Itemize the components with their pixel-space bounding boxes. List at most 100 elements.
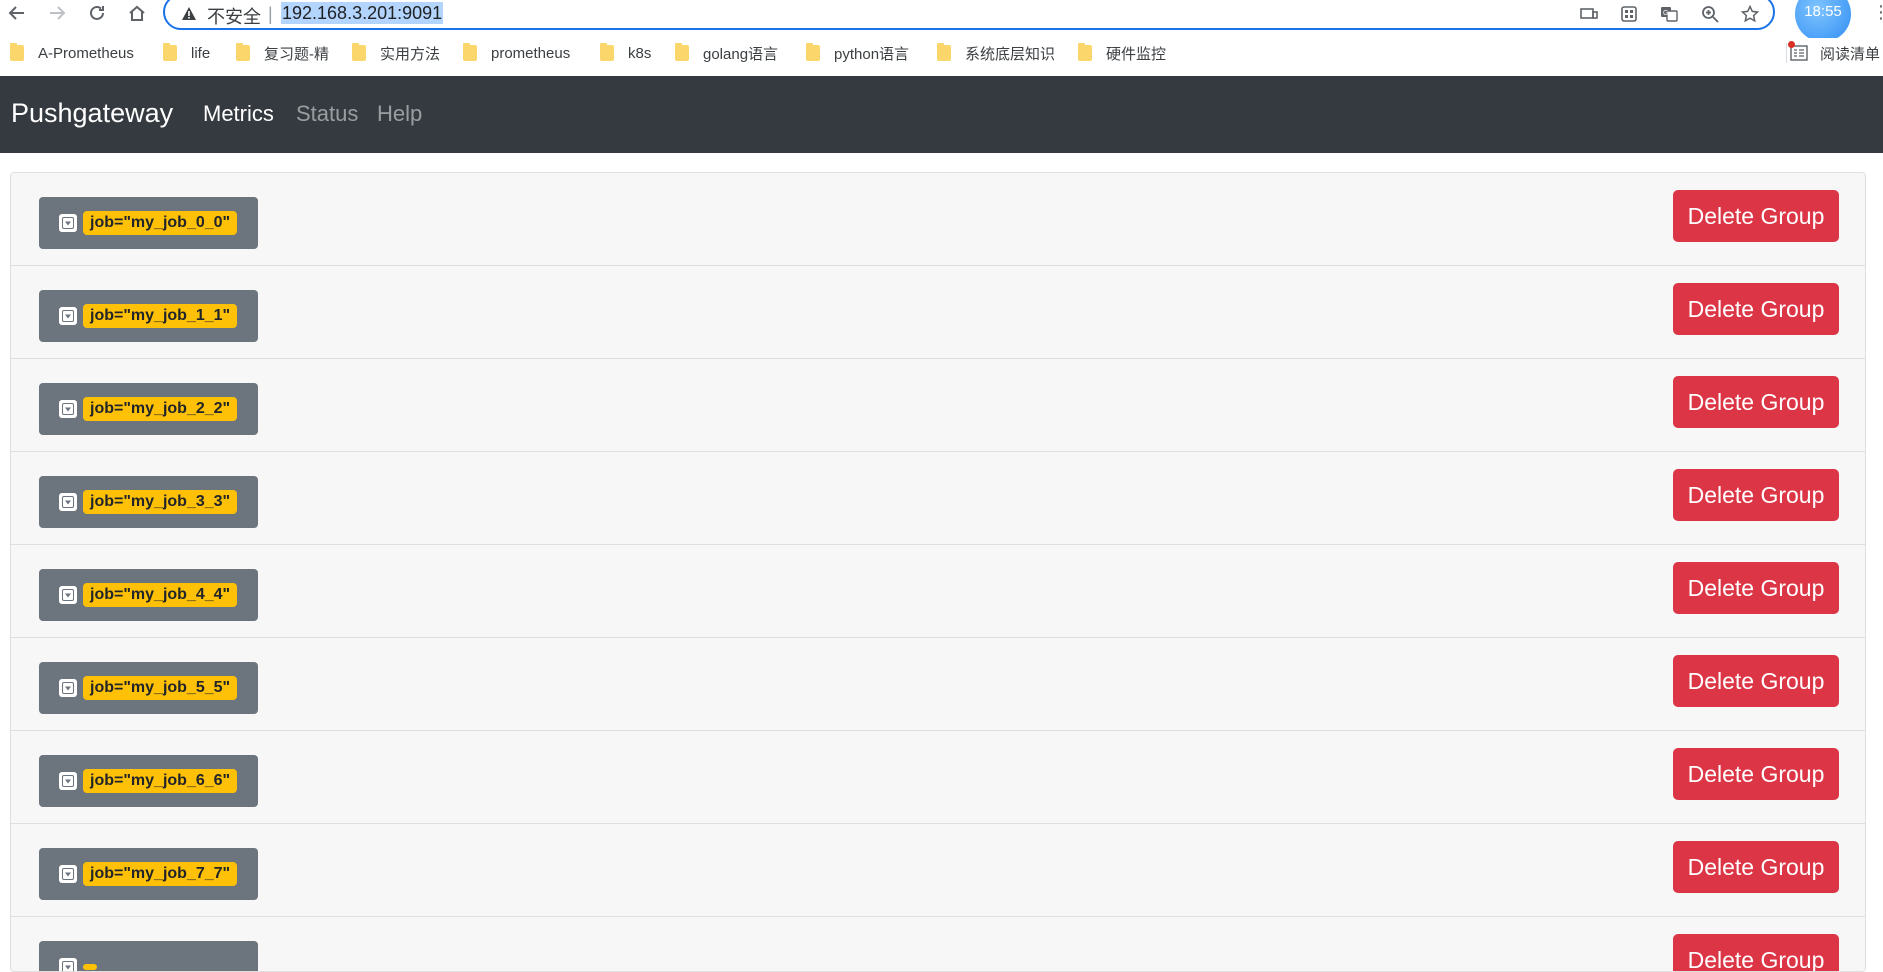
svg-text:G: G: [1663, 10, 1668, 17]
address-bar[interactable]: 不安全 | 192.168.3.201:9091 G: [163, 0, 1775, 30]
insecure-label[interactable]: 不安全: [207, 3, 261, 29]
clock-text: 18:55: [1804, 3, 1842, 20]
bookmarks-divider: [1786, 43, 1787, 63]
home-icon[interactable]: [122, 0, 152, 26]
collapse-toggle-icon[interactable]: [59, 958, 77, 972]
collapse-toggle-icon[interactable]: [59, 865, 77, 883]
group-row: job="my_job_7_7" Delete Group: [11, 824, 1866, 917]
group-toggle[interactable]: [39, 941, 258, 972]
delete-group-button[interactable]: Delete Group: [1673, 190, 1839, 242]
folder-icon: [806, 45, 820, 61]
collapse-toggle-icon[interactable]: [59, 493, 77, 511]
folder-icon: [463, 45, 477, 61]
delete-group-button[interactable]: Delete Group: [1673, 841, 1839, 893]
back-icon[interactable]: [2, 0, 32, 26]
collapse-toggle-icon[interactable]: [59, 679, 77, 697]
folder-icon: [236, 45, 250, 61]
group-row: job="my_job_3_3" Delete Group: [11, 452, 1866, 545]
notification-dot: [1788, 41, 1795, 48]
folder-icon: [352, 45, 366, 61]
forward-icon[interactable]: [42, 0, 72, 26]
delete-group-button[interactable]: Delete Group: [1673, 655, 1839, 707]
metric-groups-list: job="my_job_0_0" Delete Group job="my_jo…: [10, 172, 1866, 972]
reading-list-icon: [1790, 45, 1808, 61]
group-toggle[interactable]: job="my_job_4_4": [39, 569, 258, 621]
cast-icon[interactable]: [1578, 4, 1600, 24]
delete-group-button[interactable]: Delete Group: [1673, 934, 1839, 972]
nav-status[interactable]: Status: [296, 101, 358, 127]
group-row: job="my_job_4_4" Delete Group: [11, 545, 1866, 638]
apps-icon[interactable]: [1618, 4, 1640, 24]
bookmark-label: golang语言: [703, 43, 778, 64]
profile-avatar[interactable]: 18:55: [1795, 0, 1851, 42]
bookmark-label: k8s: [628, 45, 651, 62]
bookmark-label: life: [191, 45, 210, 62]
browser-toolbar: 不安全 | 192.168.3.201:9091 G 18:55 ⋮: [0, 0, 1883, 28]
bookmark-label: 系统底层知识: [965, 43, 1055, 64]
job-label-badge: job="my_job_1_1": [83, 304, 237, 328]
collapse-toggle-icon[interactable]: [59, 214, 77, 232]
app-navbar: Pushgateway Metrics Status Help: [0, 76, 1883, 153]
bookmark-label: 硬件监控: [1106, 43, 1166, 64]
collapse-toggle-icon[interactable]: [59, 772, 77, 790]
group-row: job="my_job_2_2" Delete Group: [11, 359, 1866, 452]
bookmark-system[interactable]: 系统底层知识: [937, 42, 1055, 64]
reload-icon[interactable]: [82, 0, 112, 26]
bookmark-label: python语言: [834, 43, 909, 64]
group-toggle[interactable]: job="my_job_3_3": [39, 476, 258, 528]
url-text[interactable]: 192.168.3.201:9091: [281, 2, 443, 24]
warning-icon[interactable]: [181, 6, 197, 22]
bookmark-life[interactable]: life: [163, 42, 210, 64]
bookmark-label: prometheus: [491, 45, 570, 62]
group-toggle[interactable]: job="my_job_0_0": [39, 197, 258, 249]
group-toggle[interactable]: job="my_job_7_7": [39, 848, 258, 900]
folder-icon: [1078, 45, 1092, 61]
group-toggle[interactable]: job="my_job_2_2": [39, 383, 258, 435]
delete-group-button[interactable]: Delete Group: [1673, 469, 1839, 521]
reading-list-button[interactable]: 阅读清单: [1790, 42, 1880, 64]
bookmark-python[interactable]: python语言: [806, 42, 909, 64]
bookmark-k8s[interactable]: k8s: [600, 42, 651, 64]
zoom-icon[interactable]: [1699, 4, 1721, 24]
job-label-badge: job="my_job_0_0": [83, 211, 237, 235]
bookmark-hardware[interactable]: 硬件监控: [1078, 42, 1166, 64]
delete-group-button[interactable]: Delete Group: [1673, 376, 1839, 428]
bookmarks-bar: A-Prometheus life 复习题-精 实用方法 prometheus …: [0, 38, 1883, 68]
bookmark-a-prometheus[interactable]: A-Prometheus: [10, 42, 134, 64]
brand-link[interactable]: Pushgateway: [11, 98, 173, 129]
job-label-badge: [83, 964, 97, 970]
folder-icon: [163, 45, 177, 61]
bookmark-label: A-Prometheus: [38, 45, 134, 62]
bookmark-label: 复习题-精: [264, 43, 329, 64]
folder-icon: [675, 45, 689, 61]
folder-icon: [937, 45, 951, 61]
job-label-badge: job="my_job_6_6": [83, 769, 237, 793]
collapse-toggle-icon[interactable]: [59, 586, 77, 604]
nav-help[interactable]: Help: [377, 101, 422, 127]
job-label-badge: job="my_job_3_3": [83, 490, 237, 514]
bookmark-methods[interactable]: 实用方法: [352, 42, 440, 64]
bookmark-review[interactable]: 复习题-精: [236, 42, 329, 64]
group-toggle[interactable]: job="my_job_5_5": [39, 662, 258, 714]
group-row: job="my_job_5_5" Delete Group: [11, 638, 1866, 731]
bookmark-star-icon[interactable]: [1739, 4, 1761, 24]
delete-group-button[interactable]: Delete Group: [1673, 562, 1839, 614]
bookmark-prometheus[interactable]: prometheus: [463, 42, 570, 64]
reading-list-label: 阅读清单: [1820, 43, 1880, 64]
group-toggle[interactable]: job="my_job_6_6": [39, 755, 258, 807]
group-toggle[interactable]: job="my_job_1_1": [39, 290, 258, 342]
collapse-toggle-icon[interactable]: [59, 307, 77, 325]
omnibox-separator: |: [268, 4, 273, 25]
bookmark-golang[interactable]: golang语言: [675, 42, 778, 64]
job-label-badge: job="my_job_2_2": [83, 397, 237, 421]
folder-icon: [600, 45, 614, 61]
nav-metrics[interactable]: Metrics: [203, 101, 274, 127]
group-row: job="my_job_0_0" Delete Group: [11, 173, 1866, 266]
delete-group-button[interactable]: Delete Group: [1673, 748, 1839, 800]
group-row: job="my_job_1_1" Delete Group: [11, 266, 1866, 359]
menu-dots-icon[interactable]: ⋮: [1872, 2, 1880, 22]
collapse-toggle-icon[interactable]: [59, 400, 77, 418]
delete-group-button[interactable]: Delete Group: [1673, 283, 1839, 335]
translate-icon[interactable]: G: [1658, 4, 1680, 24]
group-row: job="my_job_6_6" Delete Group: [11, 731, 1866, 824]
